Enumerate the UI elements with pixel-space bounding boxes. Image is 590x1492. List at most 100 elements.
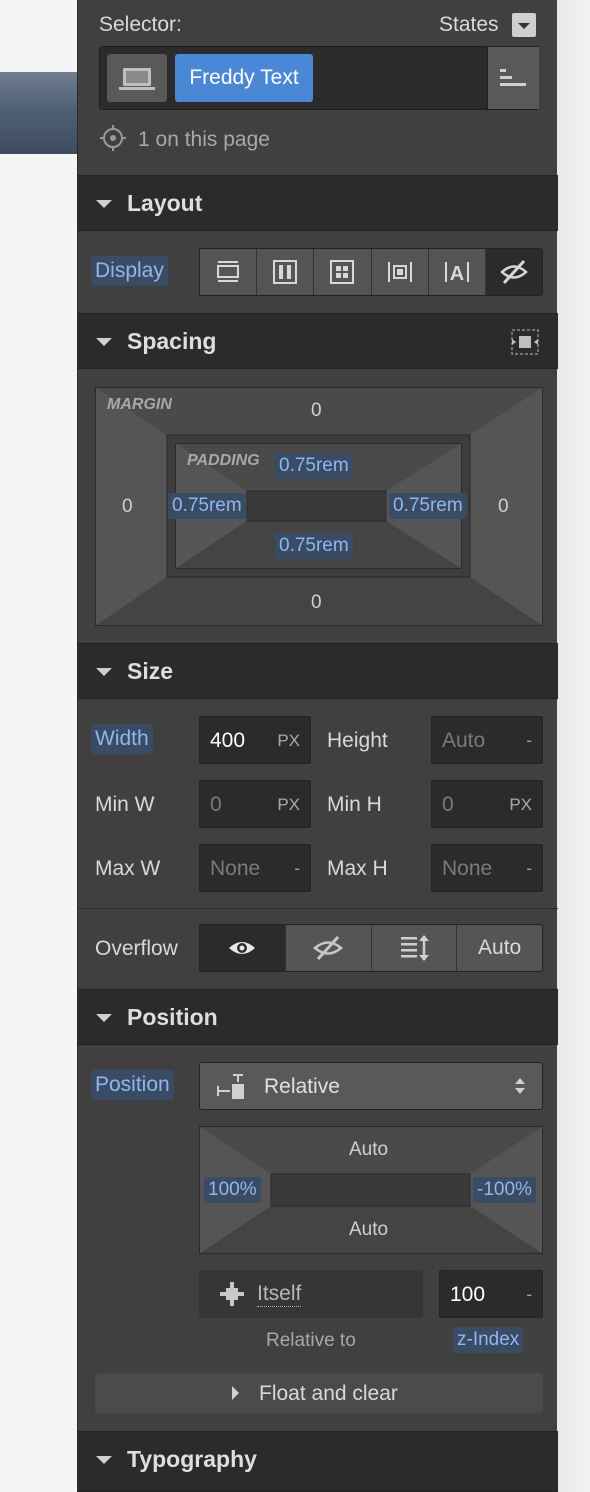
laptop-icon xyxy=(119,68,155,90)
collapse-triangle-icon xyxy=(96,1014,112,1022)
crosshair-icon xyxy=(220,1282,244,1306)
relative-to-button[interactable]: Itself xyxy=(199,1270,423,1318)
eye-slash-icon xyxy=(313,935,344,961)
collapse-triangle-icon xyxy=(96,1456,112,1464)
scroll-icon xyxy=(400,935,429,961)
selector-field[interactable]: Freddy Text xyxy=(99,46,539,110)
style-panel: Selector: States Freddy Text 1 on this p… xyxy=(77,0,558,1492)
flex-icon xyxy=(273,260,298,284)
width-input[interactable]: 400 PX xyxy=(199,716,311,764)
box-model-graphic xyxy=(95,387,543,626)
padding-right-value[interactable]: 0.75rem xyxy=(389,493,467,519)
selector-count: 1 on this page xyxy=(138,128,270,151)
height-unit[interactable]: - xyxy=(526,731,532,751)
size-section-header[interactable]: Size xyxy=(78,643,558,699)
min-height-value: 0 xyxy=(442,793,454,816)
layout-section-header[interactable]: Layout xyxy=(78,175,558,231)
position-relative-icon xyxy=(217,1074,244,1099)
relative-to-value: Itself xyxy=(257,1282,302,1307)
collapse-triangle-icon xyxy=(96,338,112,346)
inline-block-icon xyxy=(387,262,412,282)
z-index-label: z-Index xyxy=(453,1327,524,1353)
offset-right-value[interactable]: -100% xyxy=(473,1177,536,1203)
typography-title: Typography xyxy=(127,1446,257,1472)
inline-icon: A xyxy=(444,262,469,285)
overflow-hidden-button[interactable] xyxy=(286,925,372,971)
max-height-label: Max H xyxy=(327,857,388,880)
overflow-auto-button[interactable]: Auto xyxy=(457,925,542,971)
block-icon xyxy=(217,261,240,282)
z-index-value: 100 xyxy=(450,1283,486,1306)
z-index-unit[interactable]: - xyxy=(526,1285,532,1305)
min-height-unit[interactable]: PX xyxy=(509,795,532,815)
collapse-triangle-icon xyxy=(96,668,112,676)
padding-left-value[interactable]: 0.75rem xyxy=(168,493,246,519)
designer-canvas xyxy=(0,0,78,1492)
target-icon xyxy=(100,125,126,151)
display-flex-button[interactable] xyxy=(257,249,315,295)
margin-bottom-value[interactable]: 0 xyxy=(311,592,322,614)
expand-triangle-icon xyxy=(232,1386,239,1400)
display-none-button[interactable] xyxy=(485,249,543,295)
position-offset-editor: Auto Auto 100% -100% xyxy=(199,1126,543,1254)
grid-icon xyxy=(330,260,355,284)
max-height-input[interactable]: None - xyxy=(431,844,543,892)
width-unit[interactable]: PX xyxy=(277,731,300,751)
canvas-right-edge xyxy=(557,0,590,1492)
max-width-value: None xyxy=(210,857,261,880)
chevron-down-icon xyxy=(518,23,530,29)
min-height-input[interactable]: 0 PX xyxy=(431,780,543,828)
max-height-unit[interactable]: - xyxy=(526,859,532,879)
divider xyxy=(78,908,558,909)
height-label: Height xyxy=(327,729,388,752)
states-label[interactable]: States xyxy=(439,13,499,37)
eye-slash-icon xyxy=(500,259,528,285)
overflow-scroll-button[interactable] xyxy=(372,925,458,971)
margin-label: MARGIN xyxy=(107,396,172,413)
height-input[interactable]: Auto - xyxy=(431,716,543,764)
collapse-triangle-icon xyxy=(96,200,112,208)
display-label[interactable]: Display xyxy=(91,256,168,286)
spacing-section-header[interactable]: Spacing xyxy=(78,313,558,369)
max-width-input[interactable]: None - xyxy=(199,844,311,892)
offset-left-value[interactable]: 100% xyxy=(204,1177,261,1203)
min-width-unit[interactable]: PX xyxy=(277,795,300,815)
float-and-clear-label: Float and clear xyxy=(259,1382,398,1405)
breakpoint-button[interactable] xyxy=(107,54,167,102)
max-width-label: Max W xyxy=(95,857,161,880)
class-chip[interactable]: Freddy Text xyxy=(175,54,313,102)
margin-left-value[interactable]: 0 xyxy=(122,496,133,518)
overflow-label: Overflow xyxy=(95,937,178,960)
svg-text:A: A xyxy=(450,263,464,285)
max-width-unit[interactable]: - xyxy=(294,859,300,879)
size-title: Size xyxy=(127,658,174,684)
width-label[interactable]: Width xyxy=(91,724,153,754)
display-inline-button[interactable]: A xyxy=(429,249,486,295)
selector-menu-button[interactable] xyxy=(487,47,539,109)
position-select[interactable]: Relative xyxy=(199,1062,543,1110)
overflow-visible-button[interactable] xyxy=(200,925,286,971)
spacing-title: Spacing xyxy=(127,328,217,354)
margin-right-value[interactable]: 0 xyxy=(498,496,509,518)
z-index-input[interactable]: 100 - xyxy=(439,1270,543,1318)
display-inline-block-button[interactable] xyxy=(372,249,429,295)
margin-top-value[interactable]: 0 xyxy=(311,400,322,422)
padding-top-value[interactable]: 0.75rem xyxy=(275,453,353,479)
padding-bottom-value[interactable]: 0.75rem xyxy=(275,533,353,559)
typography-section-header[interactable]: Typography xyxy=(78,1431,558,1492)
offset-top-value[interactable]: Auto xyxy=(349,1139,388,1161)
display-block-button[interactable] xyxy=(200,249,258,295)
layout-title: Layout xyxy=(127,190,203,216)
min-width-label: Min W xyxy=(95,793,155,816)
states-dropdown-button[interactable] xyxy=(512,13,536,37)
position-label[interactable]: Position xyxy=(91,1070,174,1100)
offset-bottom-value[interactable]: Auto xyxy=(349,1219,388,1241)
width-value: 400 xyxy=(210,729,246,752)
box-model-editor: MARGIN 0 0 0 0 PADDING 0.75rem 0.75rem 0… xyxy=(95,387,543,626)
min-width-input[interactable]: 0 PX xyxy=(199,780,311,828)
float-and-clear-toggle[interactable]: Float and clear xyxy=(95,1373,543,1413)
position-section-header[interactable]: Position xyxy=(78,989,558,1045)
spacing-reset-icon[interactable] xyxy=(510,328,540,356)
select-arrows-icon xyxy=(515,1078,525,1094)
display-grid-button[interactable] xyxy=(314,249,372,295)
